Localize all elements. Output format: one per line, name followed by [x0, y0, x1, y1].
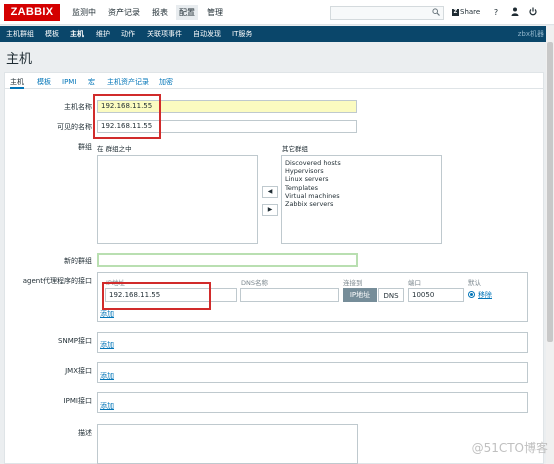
submenu-right-text: zbx机器: [517, 30, 544, 38]
arrow-left-icon: ◀: [267, 188, 273, 195]
move-left-button[interactable]: ◀: [262, 186, 278, 198]
ipmi-interfaces-box: [97, 392, 528, 413]
tab-inventory[interactable]: 主机资产记录: [107, 78, 149, 89]
in-groups-list[interactable]: [97, 155, 258, 244]
zabbix-logo[interactable]: ZABBIX: [4, 4, 60, 21]
watermark: @51CTO博客: [471, 441, 548, 455]
remove-interface-link[interactable]: 移除: [478, 290, 492, 300]
menu-reports[interactable]: 报表: [149, 5, 171, 20]
description-textarea[interactable]: [97, 424, 358, 464]
submenu-correlation[interactable]: 关联项事件: [147, 26, 182, 42]
zabbix-share-icon: Z: [452, 9, 459, 16]
menu-configuration[interactable]: 配置: [176, 5, 198, 20]
menu-inventory[interactable]: 资产记录: [105, 5, 143, 20]
add-snmp-interface-link[interactable]: 添加: [100, 340, 114, 350]
page-title: 主机: [6, 52, 33, 67]
highlight-box-agent-ip: [102, 282, 211, 310]
list-item[interactable]: Hypervisors: [285, 167, 438, 175]
agent-interfaces-label: agent代理程序的接口: [22, 277, 92, 285]
tab-encryption[interactable]: 加密: [159, 78, 173, 89]
other-groups-label: 其它群组: [282, 145, 308, 153]
description-label: 描述: [78, 429, 92, 437]
list-item[interactable]: Zabbix servers: [285, 200, 438, 208]
tab-macros[interactable]: 宏: [88, 78, 95, 89]
submenu-templates[interactable]: 模板: [45, 26, 59, 42]
add-agent-interface-link[interactable]: 添加: [100, 309, 114, 319]
port-column-header: 端口: [408, 279, 421, 287]
help-icon[interactable]: ?: [491, 7, 501, 19]
agent-port-field[interactable]: 10050: [408, 288, 464, 302]
connect-dns-toggle[interactable]: DNS: [378, 288, 404, 302]
submenu-it-services[interactable]: IT服务: [232, 26, 252, 42]
dns-column-header: DNS名称: [241, 279, 268, 287]
agent-dns-field[interactable]: [240, 288, 339, 302]
add-jmx-interface-link[interactable]: 添加: [100, 371, 114, 381]
submenu-actions[interactable]: 动作: [121, 26, 135, 42]
tab-ipmi[interactable]: IPMI: [62, 78, 76, 89]
list-item[interactable]: Templates: [285, 184, 438, 192]
share-button[interactable]: Z Share: [452, 6, 480, 19]
add-ipmi-interface-link[interactable]: 添加: [100, 401, 114, 411]
host-name-label: 主机名称: [64, 103, 92, 111]
list-item[interactable]: Virtual machines: [285, 192, 438, 200]
default-radio[interactable]: [468, 291, 475, 298]
list-item[interactable]: Linux servers: [285, 175, 438, 183]
share-label: Share: [460, 8, 481, 16]
snmp-interfaces-box: [97, 332, 528, 353]
new-group-input[interactable]: [97, 253, 358, 267]
connect-ip-toggle[interactable]: IP地址: [343, 288, 377, 302]
menu-administration[interactable]: 管理: [204, 5, 226, 20]
in-groups-label: 在 群组之中: [97, 145, 132, 153]
snmp-interfaces-label: SNMP接口: [58, 337, 92, 345]
tab-templates[interactable]: 模板: [37, 78, 51, 89]
list-item[interactable]: Discovered hosts: [285, 159, 438, 167]
other-groups-list[interactable]: Discovered hosts Hypervisors Linux serve…: [281, 155, 442, 244]
ipmi-interfaces-label: IPMI接口: [63, 397, 92, 405]
scrollbar-thumb[interactable]: [547, 42, 553, 342]
visible-name-label: 可见的名称: [57, 123, 92, 131]
new-group-label: 新的群组: [64, 257, 92, 265]
submenu-maintenance[interactable]: 维护: [96, 26, 110, 42]
connect-column-header: 连接到: [343, 279, 363, 287]
default-column-header: 默认: [468, 279, 481, 287]
move-right-button[interactable]: ▶: [262, 204, 278, 216]
user-icon[interactable]: [510, 7, 520, 19]
submenu-hosts[interactable]: 主机: [70, 26, 84, 42]
jmx-interfaces-box: [97, 362, 528, 383]
search-input[interactable]: [330, 6, 444, 20]
arrow-right-icon: ▶: [267, 206, 273, 213]
tab-host[interactable]: 主机: [10, 78, 24, 89]
tabs-divider: [4, 88, 544, 89]
power-icon[interactable]: [528, 7, 538, 19]
groups-label: 群组: [78, 143, 92, 151]
submenu-host-groups[interactable]: 主机群组: [6, 26, 34, 42]
menu-monitoring[interactable]: 监测中: [69, 5, 99, 20]
jmx-interfaces-label: JMX接口: [65, 367, 92, 375]
submenu-discovery[interactable]: 自动发现: [193, 26, 221, 42]
search-icon[interactable]: [432, 6, 442, 18]
highlight-box-names: [93, 94, 161, 139]
